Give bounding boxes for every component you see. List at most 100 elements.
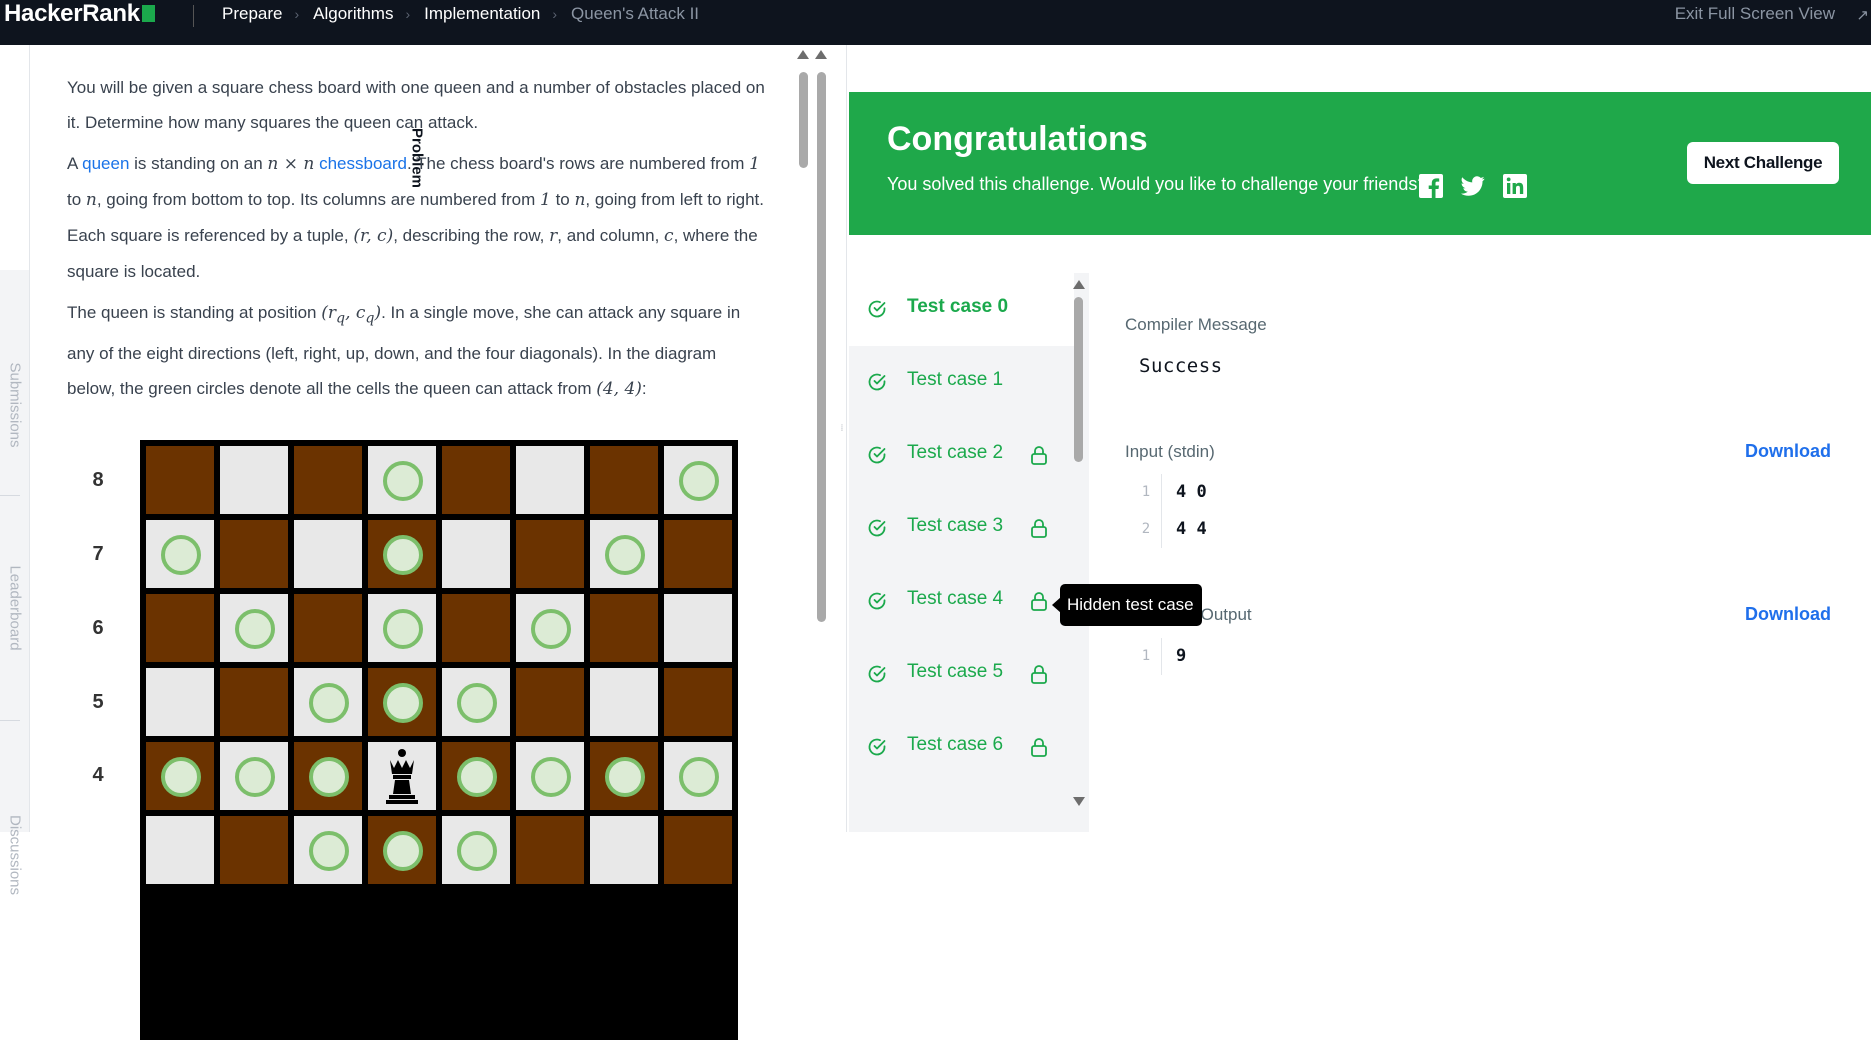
attack-marker bbox=[679, 461, 719, 501]
congratulations-banner: Congratulations You solved this challeng… bbox=[849, 92, 1871, 235]
test-case-item[interactable]: Test case 1 bbox=[849, 346, 1074, 419]
hackerrank-logo[interactable]: HackerRank bbox=[4, 0, 155, 28]
lock-icon bbox=[1031, 738, 1047, 757]
tab-leaderboard[interactable]: Leaderboard bbox=[0, 495, 29, 720]
attack-marker bbox=[457, 683, 497, 723]
top-bar: HackerRank Prepare › Algorithms › Implementa… bbox=[0, 0, 1871, 45]
attack-marker bbox=[383, 683, 423, 723]
topbar-divider bbox=[193, 5, 194, 27]
board-square bbox=[664, 446, 732, 514]
lock-icon bbox=[1031, 665, 1047, 684]
logo-square-icon bbox=[141, 5, 155, 22]
hidden-test-case-tooltip: Hidden test case bbox=[1060, 584, 1202, 626]
side-tabs: Problem Submissions Leaderboard Discussi… bbox=[0, 45, 426, 895]
check-circle-icon bbox=[868, 519, 886, 537]
output-line: 19 bbox=[1125, 638, 1425, 675]
rank-label-7: 7 bbox=[92, 543, 104, 565]
banner-title: Congratulations bbox=[887, 120, 1148, 158]
check-circle-icon bbox=[868, 300, 886, 318]
board-square bbox=[442, 520, 510, 588]
board-square bbox=[590, 668, 658, 736]
board-square bbox=[294, 742, 362, 810]
test-case-list: Test case 0 Test case 1 Test case 2 Test ca… bbox=[849, 273, 1089, 832]
output-download-link[interactable]: Download bbox=[1745, 604, 1831, 625]
board-square bbox=[590, 742, 658, 810]
test-case-item[interactable]: Test case 6 bbox=[849, 711, 1074, 784]
lock-icon bbox=[1031, 592, 1047, 611]
facebook-icon[interactable] bbox=[1419, 174, 1443, 198]
board-square bbox=[516, 668, 584, 736]
attack-marker bbox=[457, 757, 497, 797]
queen-link[interactable]: queen bbox=[82, 154, 129, 173]
board-square bbox=[590, 594, 658, 662]
test-case-item[interactable]: Test case 5 bbox=[849, 638, 1074, 711]
problem-paragraph-1: You will be given a square chess board w… bbox=[67, 78, 765, 132]
chessboard-link[interactable]: chessboard bbox=[319, 154, 407, 173]
board-square bbox=[664, 742, 732, 810]
test-case-item[interactable]: Test case 2 bbox=[849, 419, 1074, 492]
breadcrumb-prepare[interactable]: Prepare bbox=[222, 0, 282, 28]
chevron-right-icon: › bbox=[552, 6, 558, 22]
exit-fullscreen-link[interactable]: Exit Full Screen View bbox=[1675, 0, 1835, 28]
breadcrumb-current-challenge: Queen's Attack II bbox=[571, 4, 700, 23]
attack-marker bbox=[531, 609, 571, 649]
check-circle-icon bbox=[868, 665, 886, 683]
compiler-message: Success bbox=[1139, 355, 1223, 377]
board-square bbox=[516, 520, 584, 588]
next-challenge-button[interactable]: Next Challenge bbox=[1687, 142, 1839, 184]
board-square bbox=[368, 668, 436, 736]
scroll-up-arrow-icon[interactable] bbox=[797, 50, 809, 59]
chessboard bbox=[140, 440, 738, 1040]
scrollbar-thumb[interactable] bbox=[817, 72, 826, 622]
board-square bbox=[664, 668, 732, 736]
test-case-label: Test case 3 bbox=[907, 515, 1004, 536]
tab-divider bbox=[0, 720, 20, 721]
scroll-up-arrow-icon[interactable] bbox=[1073, 280, 1085, 289]
breadcrumb-algorithms[interactable]: Algorithms bbox=[313, 0, 393, 28]
board-square bbox=[220, 816, 288, 884]
lock-icon bbox=[1031, 519, 1047, 538]
scrollbar-thumb[interactable] bbox=[799, 72, 808, 168]
attack-marker bbox=[309, 757, 349, 797]
board-square bbox=[368, 594, 436, 662]
tab-discussions[interactable]: Discussions bbox=[0, 765, 29, 945]
check-circle-icon bbox=[868, 592, 886, 610]
attack-marker bbox=[531, 757, 571, 797]
twitter-icon[interactable] bbox=[1461, 174, 1485, 198]
board-square bbox=[220, 594, 288, 662]
board-square bbox=[442, 668, 510, 736]
banner-subtitle: You solved this challenge. Would you lik… bbox=[887, 174, 1428, 194]
attack-marker bbox=[457, 831, 497, 871]
test-case-label: Test case 1 bbox=[907, 369, 1004, 390]
rank-label-8: 8 bbox=[92, 469, 104, 491]
board-square bbox=[146, 520, 214, 588]
input-download-link[interactable]: Download bbox=[1745, 441, 1831, 462]
arrow-diagonal-icon[interactable]: ↗ bbox=[1856, 6, 1869, 24]
attack-marker bbox=[383, 461, 423, 501]
test-case-item[interactable]: Test case 4 bbox=[849, 565, 1074, 638]
chess-queen-icon bbox=[368, 742, 436, 810]
tab-discussions-label: Discussions bbox=[6, 814, 23, 896]
test-case-label: Test case 6 bbox=[907, 734, 1004, 755]
board-square bbox=[294, 446, 362, 514]
test-case-item[interactable]: Test case 0 bbox=[849, 273, 1074, 346]
tab-leaderboard-label: Leaderboard bbox=[6, 564, 23, 651]
compiler-message-label: Compiler Message bbox=[1125, 315, 1267, 334]
board-square bbox=[664, 816, 732, 884]
scroll-down-arrow-icon[interactable] bbox=[1073, 797, 1085, 806]
attack-marker bbox=[383, 535, 423, 575]
board-square bbox=[590, 446, 658, 514]
board-square bbox=[368, 446, 436, 514]
linkedin-icon[interactable] bbox=[1503, 174, 1527, 198]
test-case-item[interactable]: Test case 3 bbox=[849, 492, 1074, 565]
breadcrumb-implementation[interactable]: Implementation bbox=[424, 0, 540, 28]
pane-resize-handle[interactable]: ⁞ bbox=[838, 424, 846, 466]
board-square bbox=[516, 816, 584, 884]
scrollbar-thumb[interactable] bbox=[1074, 297, 1083, 462]
tab-submissions-label: Submissions bbox=[6, 362, 23, 448]
board-square bbox=[294, 668, 362, 736]
scroll-up-arrow-icon[interactable] bbox=[815, 50, 827, 59]
check-circle-icon bbox=[868, 373, 886, 391]
board-square bbox=[368, 816, 436, 884]
board-square bbox=[664, 594, 732, 662]
